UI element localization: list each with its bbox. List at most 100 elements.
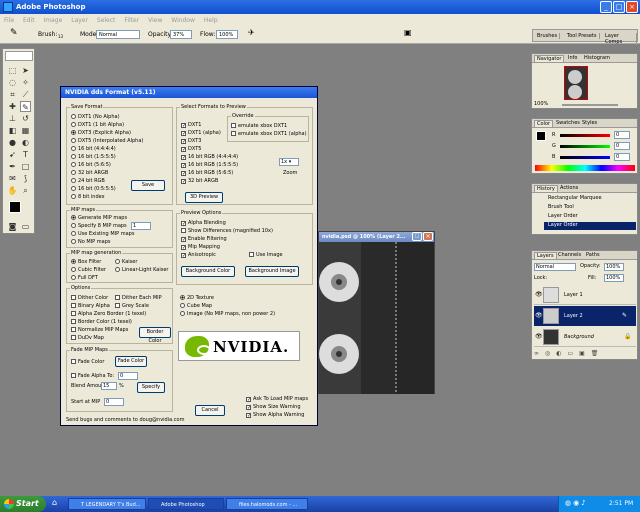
tab-actions[interactable]: Actions (558, 185, 580, 191)
clone-stamp-icon[interactable]: ⊥ (7, 113, 18, 124)
option-check[interactable]: Dither Color (71, 295, 108, 301)
marquee-tool-icon[interactable]: ⬚ (7, 65, 18, 76)
layer-row-selected[interactable]: 👁 Layer 2 ✎ (534, 306, 636, 326)
menu-layer[interactable]: Layer (71, 17, 88, 24)
override-check[interactable]: emulate xbox DXT1 (231, 123, 287, 129)
format-option[interactable]: 32 bit ARGB (71, 170, 108, 176)
menu-filter[interactable]: Filter (124, 17, 139, 24)
preview-option-check[interactable]: Show Differences (magnified 10x) (181, 228, 273, 234)
mode-select[interactable]: Normal (96, 30, 140, 39)
blur-tool-icon[interactable]: ● (7, 137, 18, 148)
format-option[interactable]: 16 bit (1:5:5:5) (71, 154, 116, 160)
history-item[interactable]: Rectangular Marquee (548, 195, 602, 201)
task-button[interactable]: T LEGENDARY T's Bud... (68, 498, 146, 510)
brush-tool-icon[interactable]: ✎ (10, 28, 18, 38)
eyedropper-icon[interactable]: ⟆ (20, 173, 31, 184)
tab-brushes[interactable]: Brushes (535, 33, 561, 39)
use-image-check[interactable]: Use Image (249, 252, 283, 258)
eye-icon[interactable]: 👁 (535, 312, 543, 319)
mip-option[interactable]: Generate MIP maps (71, 215, 127, 221)
preview-format-check[interactable]: ✓ 16 bit RGB (1:5:5:5) (181, 162, 238, 169)
menu-view[interactable]: View (148, 17, 162, 24)
tab-info[interactable]: Info (566, 55, 579, 61)
layer-blend-select[interactable]: Normal (534, 263, 576, 271)
file-browser-icon[interactable]: ▣ (404, 28, 412, 37)
color-ramp[interactable] (535, 165, 635, 171)
filter-option[interactable]: Box Filter (71, 259, 101, 265)
override-check[interactable]: emulate xbox DXT1 (alpha) (231, 131, 307, 137)
dodge-tool-icon[interactable]: ◐ (20, 137, 31, 148)
crop-tool-icon[interactable]: ⌗ (7, 89, 18, 100)
option-check[interactable]: Binary Alpha (71, 303, 110, 309)
option-check[interactable]: Dither Each MIP (115, 295, 162, 301)
screen-mode-icon[interactable]: ▭ (20, 221, 31, 232)
path-select-icon[interactable]: ➹ (7, 149, 18, 160)
mip-option[interactable]: Specify 8 MIP maps (71, 223, 127, 229)
flow-input[interactable]: 100% (216, 30, 238, 39)
move-tool-icon[interactable]: ➤ (20, 65, 31, 76)
menu-help[interactable]: Help (204, 17, 218, 24)
tab-styles[interactable]: Styles (580, 120, 599, 126)
option-check[interactable]: Grey Scale (115, 303, 149, 309)
size-warning-check[interactable]: ✓ Show Size Warning (246, 404, 301, 411)
tab-color[interactable]: Color (534, 120, 554, 127)
gradient-tool-icon[interactable]: ▦ (20, 125, 31, 136)
start-mip-input[interactable]: 0 (104, 398, 124, 406)
magic-wand-icon[interactable]: ✧ (20, 77, 31, 88)
zoom-tool-icon[interactable]: ⌕ (20, 185, 31, 196)
brush-size[interactable]: 13 (58, 34, 63, 39)
channel-b-input[interactable]: 0 (614, 153, 630, 161)
tab-layer-comps[interactable]: Layer Comps (603, 33, 637, 45)
filter-option[interactable]: Cubic Filter (71, 267, 106, 273)
fade-color-button[interactable]: Fade Color (115, 356, 147, 367)
history-brush-icon[interactable]: ↺ (20, 113, 31, 124)
channel-r-input[interactable]: 0 (614, 131, 630, 139)
airbrush-icon[interactable]: ✈ (248, 28, 255, 37)
tray-icons[interactable]: ◍◉♪ (565, 499, 588, 507)
option-check[interactable]: Border Color (1 texel) (71, 319, 132, 325)
format-option[interactable]: DXT5 (Interpolated Alpha) (71, 138, 143, 144)
3d-preview-button[interactable]: 3D Preview (185, 192, 223, 203)
option-check[interactable]: Normalize MIP Maps (71, 327, 128, 333)
format-option[interactable]: DXT1 (1 bit Alpha) (71, 122, 124, 128)
border-color-button[interactable]: Border Color (139, 327, 171, 344)
mip-count-input[interactable]: 1 (131, 222, 151, 230)
opacity-input[interactable]: 37% (170, 30, 192, 39)
tab-channels[interactable]: Channels (556, 252, 583, 258)
layer-buttons[interactable]: ∞◎◐▭▣🗑 (534, 350, 636, 358)
minimize-button[interactable]: _ (600, 1, 612, 13)
navigator-zoom[interactable]: 100% (534, 101, 548, 107)
save-button[interactable]: Save (131, 180, 165, 191)
layer-row[interactable]: 👁 Background 🔒 (534, 327, 636, 347)
tab-histogram[interactable]: Histogram (582, 55, 612, 61)
filter-option[interactable]: Full DFT (71, 275, 98, 281)
format-option[interactable]: 24 bit RGB (71, 178, 105, 184)
channel-g-slider[interactable] (560, 145, 610, 148)
hand-tool-icon[interactable]: ✋ (7, 185, 18, 196)
texture-type-option[interactable]: Cube Map (180, 303, 212, 309)
ask-load-check[interactable]: ✓ Ask To Load MIP maps (246, 396, 308, 403)
fill-input[interactable]: 100% (604, 274, 624, 282)
format-option[interactable]: 16 bit (5:6:5) (71, 162, 111, 168)
history-item[interactable]: Layer Order (548, 213, 578, 219)
format-option[interactable]: 8 bit index (71, 194, 105, 200)
maximize-button[interactable]: □ (613, 1, 625, 13)
foreground-color-swatch[interactable] (9, 201, 21, 213)
layer-opacity-input[interactable]: 100% (604, 263, 624, 271)
filter-option[interactable]: Kaiser (115, 259, 137, 265)
shape-tool-icon[interactable]: □ (20, 161, 31, 172)
channel-r-slider[interactable] (560, 134, 610, 137)
fade-alpha-check[interactable]: Fade Alpha To: (71, 373, 114, 379)
image-close-button[interactable]: × (423, 232, 433, 241)
cancel-button[interactable]: Cancel (195, 405, 225, 416)
channel-g-input[interactable]: 0 (614, 142, 630, 150)
history-item[interactable]: Brush Tool (548, 204, 574, 210)
filter-option[interactable]: Linear-Light Kaiser (115, 267, 168, 273)
navigator-zoom-slider[interactable] (562, 104, 618, 106)
close-button[interactable]: × (626, 1, 638, 13)
layer-row[interactable]: 👁 Layer 1 (534, 285, 636, 305)
quicklaunch-icon[interactable]: ⌂ (52, 498, 57, 507)
brush-tool-icon-selected[interactable]: ✎ (20, 101, 31, 112)
pen-tool-icon[interactable]: ✒ (7, 161, 18, 172)
history-item-selected[interactable]: Layer Order (544, 222, 636, 230)
